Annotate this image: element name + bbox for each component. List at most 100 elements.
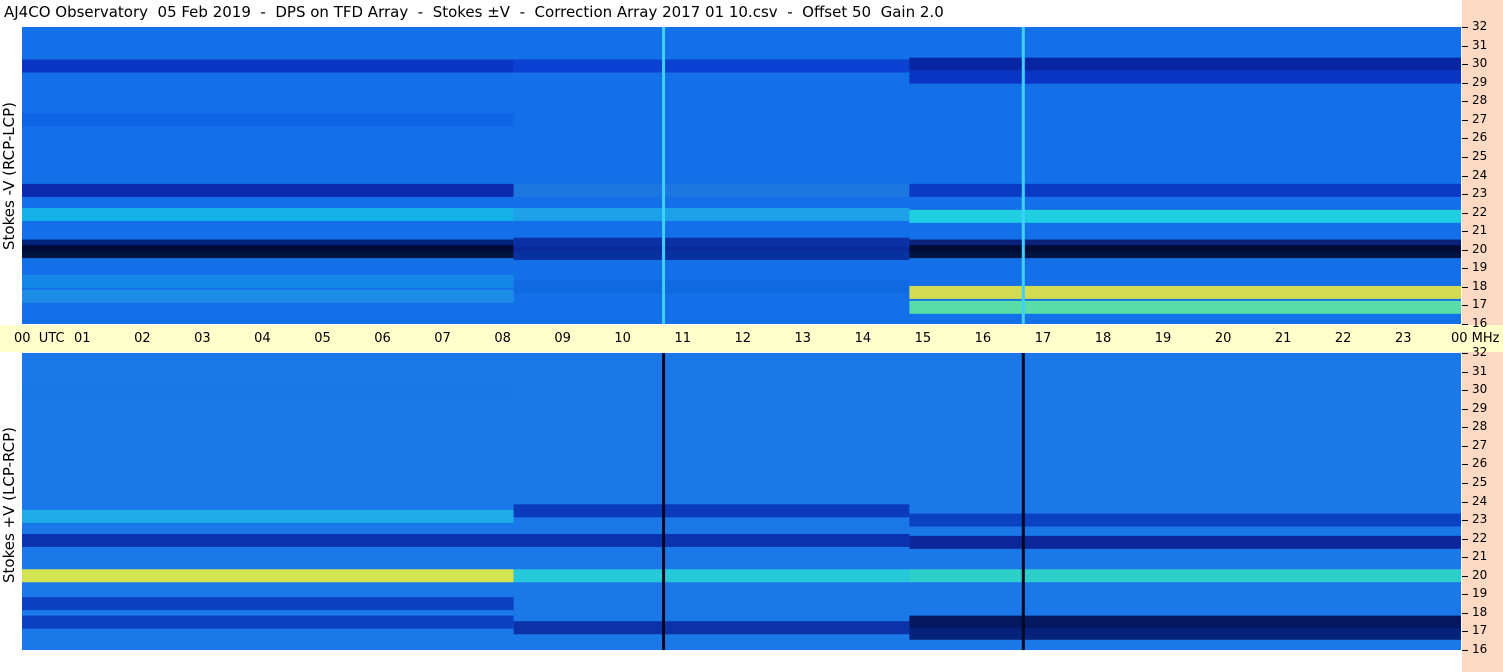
bottom-band-0-0: [22, 385, 514, 399]
freq-tick-mark: [1462, 427, 1468, 429]
time-tick-label: 01: [74, 331, 91, 346]
freq-tick-mark: [1462, 231, 1468, 233]
freq-tick-label: 31: [1472, 363, 1488, 378]
bottom-band-2-0: [909, 513, 1461, 527]
freq-tick-label: 30: [1472, 382, 1488, 397]
freq-tick-mark: [1462, 138, 1468, 140]
top-band-2-0: [909, 57, 1461, 71]
bottom-band-1-2: [513, 569, 910, 583]
freq-tick-mark: [1462, 538, 1468, 540]
freq-tick-label: 26: [1472, 456, 1488, 471]
time-tick-label: 10: [614, 331, 631, 346]
freq-tick-mark: [1462, 45, 1468, 47]
top-band-2-6: [909, 285, 1461, 299]
freq-tick-mark: [1462, 324, 1468, 325]
top-band-1-4: [513, 246, 910, 260]
top-band-0-2: [22, 183, 514, 197]
freq-tick-mark: [1462, 371, 1468, 373]
time-tick-label: 20: [1214, 331, 1232, 346]
time-tick-label: 21: [1274, 331, 1292, 346]
freq-tick-mark: [1462, 64, 1468, 66]
freq-tick-mark: [1462, 82, 1468, 84]
freq-tick-label: 19: [1472, 260, 1488, 275]
time-tick-label: 17: [1034, 331, 1052, 346]
freq-tick-label: 16: [1472, 642, 1488, 656]
freq-tick-mark: [1462, 631, 1468, 633]
bottom-band-0-3: [22, 569, 514, 583]
time-tick-label: 14: [854, 331, 872, 346]
top-band-0-0: [22, 59, 514, 73]
spectrogram-top: [22, 27, 1461, 324]
time-tick-label: 05: [314, 331, 331, 346]
bottom-band-0-2: [22, 533, 514, 547]
top-band-0-6: [22, 274, 514, 288]
time-tick-label: 15: [914, 331, 932, 346]
bottom-band-0-5: [22, 615, 514, 629]
top-band-2-2: [909, 183, 1461, 197]
top-band-0-1: [22, 113, 514, 127]
freq-tick-mark: [1462, 119, 1468, 121]
top-band-1-2: [513, 207, 910, 221]
freq-tick-mark: [1462, 27, 1468, 28]
freq-tick-label: 16: [1472, 316, 1488, 330]
bottom-band-2-2: [909, 569, 1461, 583]
bottom-band-0-4: [22, 597, 514, 611]
freq-tick-label: 19: [1472, 586, 1488, 601]
time-tick-label: 18: [1094, 331, 1112, 346]
top-vertical-line-0: [662, 27, 666, 324]
freq-tick-mark: [1462, 390, 1468, 392]
time-tick-label: 11: [674, 331, 691, 346]
top-band-1-1: [513, 183, 910, 197]
top-band-2-5: [909, 245, 1461, 259]
top-band-2-7: [909, 300, 1461, 314]
freq-tick-label: 24: [1472, 167, 1488, 182]
spectrogram-bottom: [22, 353, 1461, 650]
freq-tick-label: 18: [1472, 278, 1488, 293]
top-band-0-7: [22, 289, 514, 303]
freq-tick-mark: [1462, 212, 1468, 214]
freq-tick-label: 22: [1472, 204, 1488, 219]
bottom-band-1-3: [513, 621, 910, 635]
time-tick-label: 04: [254, 331, 271, 346]
freq-tick-label: 32: [1472, 19, 1488, 33]
freq-tick-label: 24: [1472, 493, 1488, 508]
y-axis-label-bottom: Stokes +V (LCP-RCP): [0, 427, 18, 583]
freq-tick-mark: [1462, 353, 1468, 354]
freq-tick-mark: [1462, 612, 1468, 614]
time-tick-label: 23: [1394, 331, 1412, 346]
freq-tick-label: 25: [1472, 148, 1488, 163]
freq-tick-label: 25: [1472, 474, 1488, 489]
time-tick-label: 13: [794, 331, 812, 346]
freq-tick-mark: [1462, 194, 1468, 196]
freq-tick-label: 20: [1472, 241, 1488, 256]
time-tick-label: 07: [434, 331, 451, 346]
freq-tick-label: 20: [1472, 567, 1488, 582]
freq-tick-mark: [1462, 464, 1468, 466]
freq-tick-label: 21: [1472, 549, 1488, 564]
y-axis-label-top: Stokes -V (RCP-LCP): [0, 102, 18, 250]
bottom-band-2-4: [909, 626, 1461, 640]
freq-tick-label: 26: [1472, 130, 1488, 145]
time-tick-label: 12: [734, 331, 752, 346]
freq-tick-mark: [1462, 520, 1468, 522]
freq-tick-label: 29: [1472, 400, 1488, 415]
freq-tick-mark: [1462, 594, 1468, 596]
freq-tick-label: 27: [1472, 111, 1488, 126]
freq-tick-mark: [1462, 249, 1468, 251]
freq-tick-mark: [1462, 305, 1468, 307]
top-band-0-3: [22, 207, 514, 221]
freq-tick-label: 17: [1472, 623, 1488, 638]
freq-tick-label: 28: [1472, 419, 1488, 434]
top-band-2-3: [909, 209, 1461, 223]
top-band-2-1: [909, 70, 1461, 84]
time-axis: 00 UTC 01 02 03 04 05 06 07 08 09 10 11 12 13 14 15 16 17…: [0, 325, 1503, 352]
freq-tick-mark: [1462, 445, 1468, 447]
time-tick-label: 09: [554, 331, 571, 346]
freq-tick-mark: [1462, 575, 1468, 577]
top-vertical-line-1: [1021, 27, 1025, 324]
bottom-band-0-1: [22, 509, 514, 523]
time-tick-label: 00 UTC: [14, 331, 65, 346]
top-band-1-0: [513, 59, 910, 73]
frequency-axis-top: 16 17 18 19 20 21 22 23 24 25 26 27 28 29 30 31 32: [1462, 0, 1503, 330]
time-tick-label: 00 MHz: [1451, 331, 1500, 346]
